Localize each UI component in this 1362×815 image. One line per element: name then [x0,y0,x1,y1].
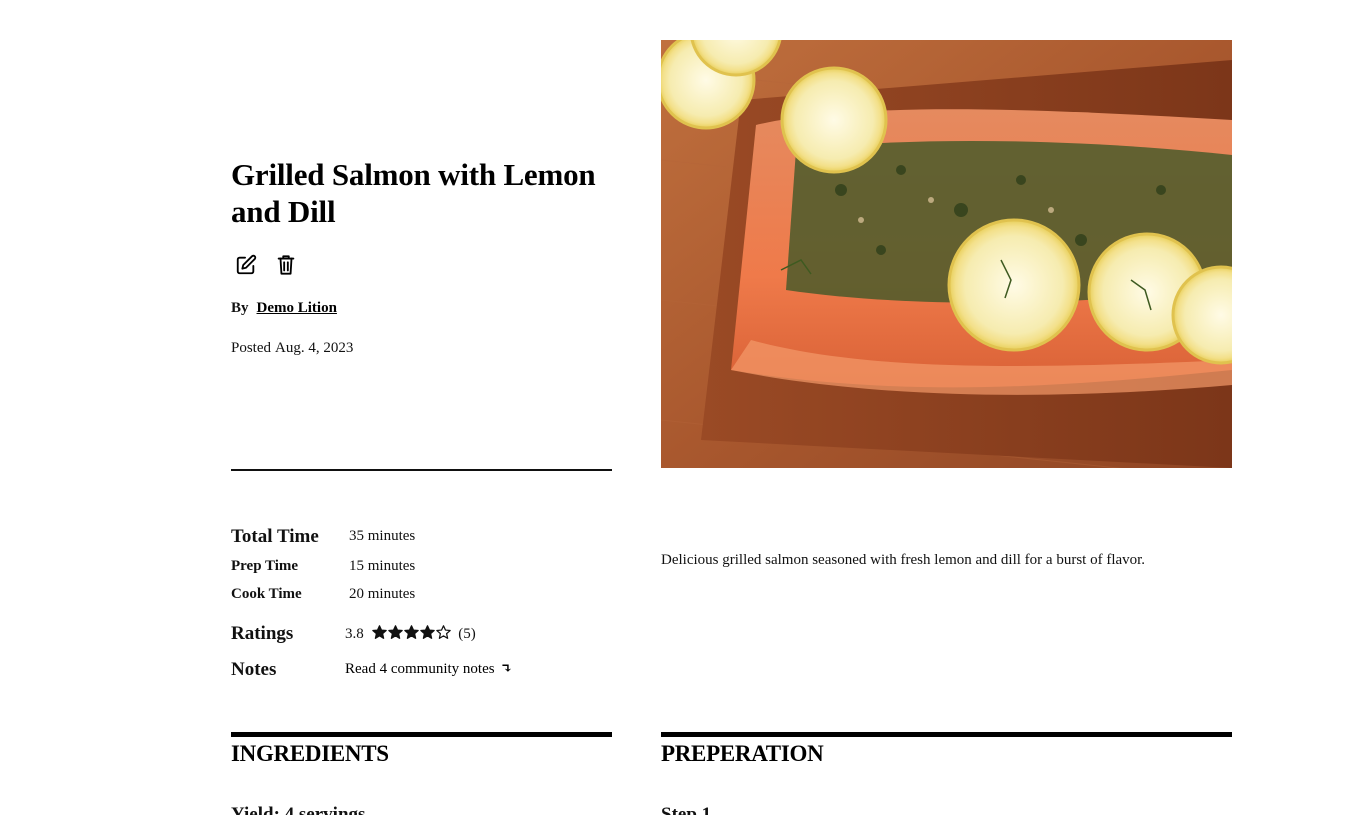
recipe-actions [234,253,298,277]
author-link[interactable]: Demo Lition [257,300,337,317]
recipe-description: Delicious grilled salmon seasoned with f… [661,552,1146,568]
rating-stars [371,625,451,640]
ratings-label: Ratings [231,623,294,644]
trash-icon[interactable] [274,253,298,277]
star-filled-icon [371,625,387,639]
rating-count: (5) [458,626,476,642]
recipe-photo [661,40,1232,468]
cook-time-label: Cook Time [231,586,302,602]
cook-time-value: 20 minutes [349,586,416,602]
preparation-heading: PREPERATION [661,741,824,766]
ratings-value: 3.8 (5) [345,625,476,643]
posted-date: Aug. 4, 2023 [275,340,354,356]
total-time-label: Total Time [231,526,319,547]
divider [231,469,612,471]
recipe-page: Grilled Salmon with Lemon and Dill By De… [0,0,1362,815]
recipe-title: Grilled Salmon with Lemon and Dill [231,157,596,229]
community-notes-link[interactable]: Read 4 community notes ↴ [345,661,512,678]
total-time-value: 35 minutes [349,528,416,544]
star-filled-icon [387,625,403,639]
ingredients-heading: INGREDIENTS [231,741,389,766]
notes-label: Notes [231,659,277,680]
notes-link-text: Read 4 community notes [345,661,495,677]
ingredients-first-line: Yield: 4 servings [231,804,366,815]
rating-score: 3.8 [345,626,364,642]
ingredients-rule [231,732,612,737]
posted-label: Posted [231,340,272,356]
author-line: By Demo Lition [231,300,337,317]
star-filled-icon [403,625,419,639]
posted-line: Posted Aug. 4, 2023 [231,340,353,357]
by-label: By [231,300,249,316]
edit-icon[interactable] [234,253,258,277]
star-filled-icon [419,625,435,639]
preparation-rule [661,732,1232,737]
star-empty-icon [435,625,451,639]
prep-time-value: 15 minutes [349,558,416,574]
arrow-down-icon: ↴ [500,662,513,677]
prep-time-label: Prep Time [231,558,299,574]
preparation-first-line: Step 1 [661,804,712,815]
